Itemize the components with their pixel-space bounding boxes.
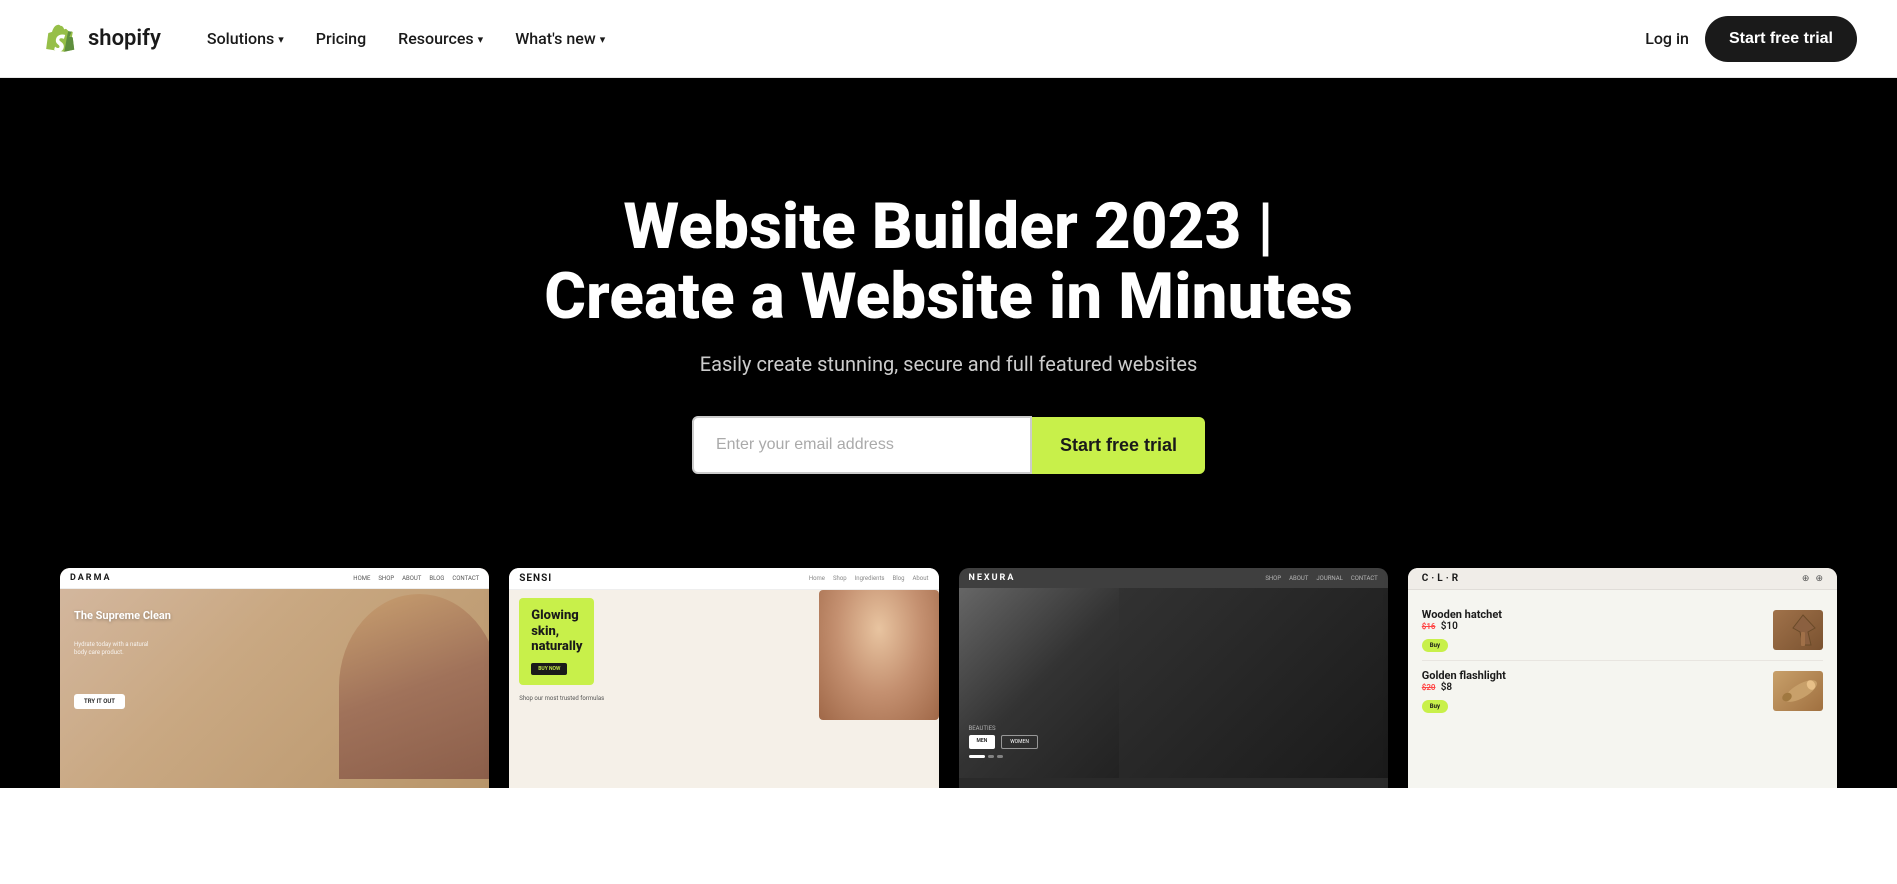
nexura-category: BEAUTIES [969, 725, 1378, 732]
store-card-nexura: NEXURA SHOP ABOUT JOURNAL CONTACT BEAUTI… [959, 568, 1388, 788]
clr-icons: ⊕ ⊕ [1802, 574, 1823, 584]
sensi-nav: Home Shop Ingredients Blog About [809, 575, 929, 582]
hero-cta-form: Start free trial [692, 416, 1205, 474]
hero-title: Website Builder 2023 | Create a Website … [544, 192, 1353, 333]
solutions-label: Solutions [207, 29, 274, 48]
store-card-clr: C·L·R ⊕ ⊕ Wooden hatchet $16 $10 Buy [1408, 568, 1837, 788]
clr-flashlight-image [1773, 671, 1823, 711]
whats-new-label: What's new [515, 29, 596, 48]
clr-body: Wooden hatchet $16 $10 Buy Golden fl [1408, 590, 1837, 731]
hatchet-svg [1773, 610, 1823, 650]
navbar: shopify Solutions ▾ Pricing Resources ▾ … [0, 0, 1897, 78]
sensi-buy-btn[interactable]: BUY NOW [531, 663, 567, 675]
clr-hatchet-buy-btn[interactable]: Buy [1422, 639, 1448, 652]
sensi-green-box: Glowingskin,naturally BUY NOW [519, 598, 594, 685]
nexura-men-btn[interactable]: MEN [969, 735, 996, 749]
clr-item-hatchet: Wooden hatchet $16 $10 Buy [1422, 600, 1823, 661]
hero-section: Website Builder 2023 | Create a Website … [0, 78, 1897, 568]
sensi-body: Glowingskin,naturally BUY NOW Shop our m… [509, 590, 938, 780]
sensi-brand: SENSI [519, 573, 552, 584]
clr-flashlight-price: $20 $8 [1422, 682, 1506, 693]
darma-headline: The Supreme Clean [74, 609, 171, 623]
clr-hatchet-price: $16 $10 [1422, 621, 1502, 632]
clr-item-flashlight-info: Golden flashlight $20 $8 Buy [1422, 669, 1506, 713]
clr-search-icon[interactable]: ⊕ [1802, 574, 1810, 584]
nexura-dots [969, 755, 1378, 758]
nexura-header: NEXURA SHOP ABOUT JOURNAL CONTACT [959, 568, 1388, 588]
nexura-overlay: BEAUTIES MEN WOMEN [969, 725, 1378, 758]
clr-item-hatchet-info: Wooden hatchet $16 $10 Buy [1422, 608, 1502, 652]
darma-brand: DARMA [70, 573, 112, 583]
store-card-sensi: SENSI Home Shop Ingredients Blog About G… [509, 568, 938, 788]
pricing-label: Pricing [316, 29, 366, 48]
nexura-body: BEAUTIES MEN WOMEN [959, 588, 1388, 778]
sensi-header: SENSI Home Shop Ingredients Blog About [509, 568, 938, 590]
clr-item-flashlight: Golden flashlight $20 $8 Buy [1422, 661, 1823, 721]
nexura-women-btn[interactable]: WOMEN [1001, 735, 1038, 749]
darma-try-btn[interactable]: TRY IT OUT [74, 694, 125, 709]
clr-flashlight-name: Golden flashlight [1422, 669, 1506, 682]
shopify-bag-icon [40, 19, 80, 59]
sensi-content-left: Glowingskin,naturally BUY NOW Shop our m… [519, 598, 604, 702]
flashlight-svg [1773, 671, 1823, 711]
nav-item-pricing[interactable]: Pricing [302, 21, 380, 56]
sensi-face-image [819, 590, 939, 720]
nav-item-resources[interactable]: Resources ▾ [384, 21, 497, 56]
darma-subtext: Hydrate today with a natural body care p… [74, 641, 154, 658]
start-trial-hero-button[interactable]: Start free trial [1032, 417, 1205, 474]
resources-label: Resources [398, 29, 474, 48]
darma-body: The Supreme Clean Hydrate today with a n… [60, 589, 489, 779]
hero-subtitle: Easily create stunning, secure and full … [700, 352, 1198, 376]
darma-faces-illustration [339, 594, 489, 779]
darma-header: DARMA HOME SHOP ABOUT BLOG CONTACT [60, 568, 489, 589]
store-preview-strip: DARMA HOME SHOP ABOUT BLOG CONTACT The S… [0, 568, 1897, 788]
sensi-bottom-text: Shop our most trusted formulas [519, 695, 604, 702]
logo-text: shopify [88, 26, 161, 51]
nav-item-whats-new[interactable]: What's new ▾ [501, 21, 619, 56]
store-card-darma: DARMA HOME SHOP ABOUT BLOG CONTACT The S… [60, 568, 489, 788]
clr-cart-icon[interactable]: ⊕ [1815, 574, 1823, 584]
clr-hatchet-image [1773, 610, 1823, 650]
nexura-brand: NEXURA [969, 573, 1016, 583]
darma-nav: HOME SHOP ABOUT BLOG CONTACT [353, 575, 479, 582]
main-nav: Solutions ▾ Pricing Resources ▾ What's n… [193, 21, 1645, 56]
navbar-right: Log in Start free trial [1645, 16, 1857, 62]
nexura-nav: SHOP ABOUT JOURNAL CONTACT [1265, 575, 1377, 582]
shopify-logo[interactable]: shopify [40, 19, 161, 59]
whats-new-chevron-icon: ▾ [600, 33, 606, 46]
login-link[interactable]: Log in [1645, 29, 1689, 48]
resources-chevron-icon: ▾ [478, 33, 484, 46]
clr-header: C·L·R ⊕ ⊕ [1408, 568, 1837, 590]
nav-item-solutions[interactable]: Solutions ▾ [193, 21, 298, 56]
solutions-chevron-icon: ▾ [278, 33, 284, 46]
clr-brand: C·L·R [1422, 573, 1461, 584]
email-input[interactable] [692, 416, 1032, 474]
sensi-green-text: Glowingskin,naturally [531, 608, 582, 655]
clr-flashlight-buy-btn[interactable]: Buy [1422, 700, 1448, 713]
start-trial-nav-button[interactable]: Start free trial [1705, 16, 1857, 62]
nexura-btns: MEN WOMEN [969, 735, 1378, 749]
clr-hatchet-name: Wooden hatchet [1422, 608, 1502, 621]
